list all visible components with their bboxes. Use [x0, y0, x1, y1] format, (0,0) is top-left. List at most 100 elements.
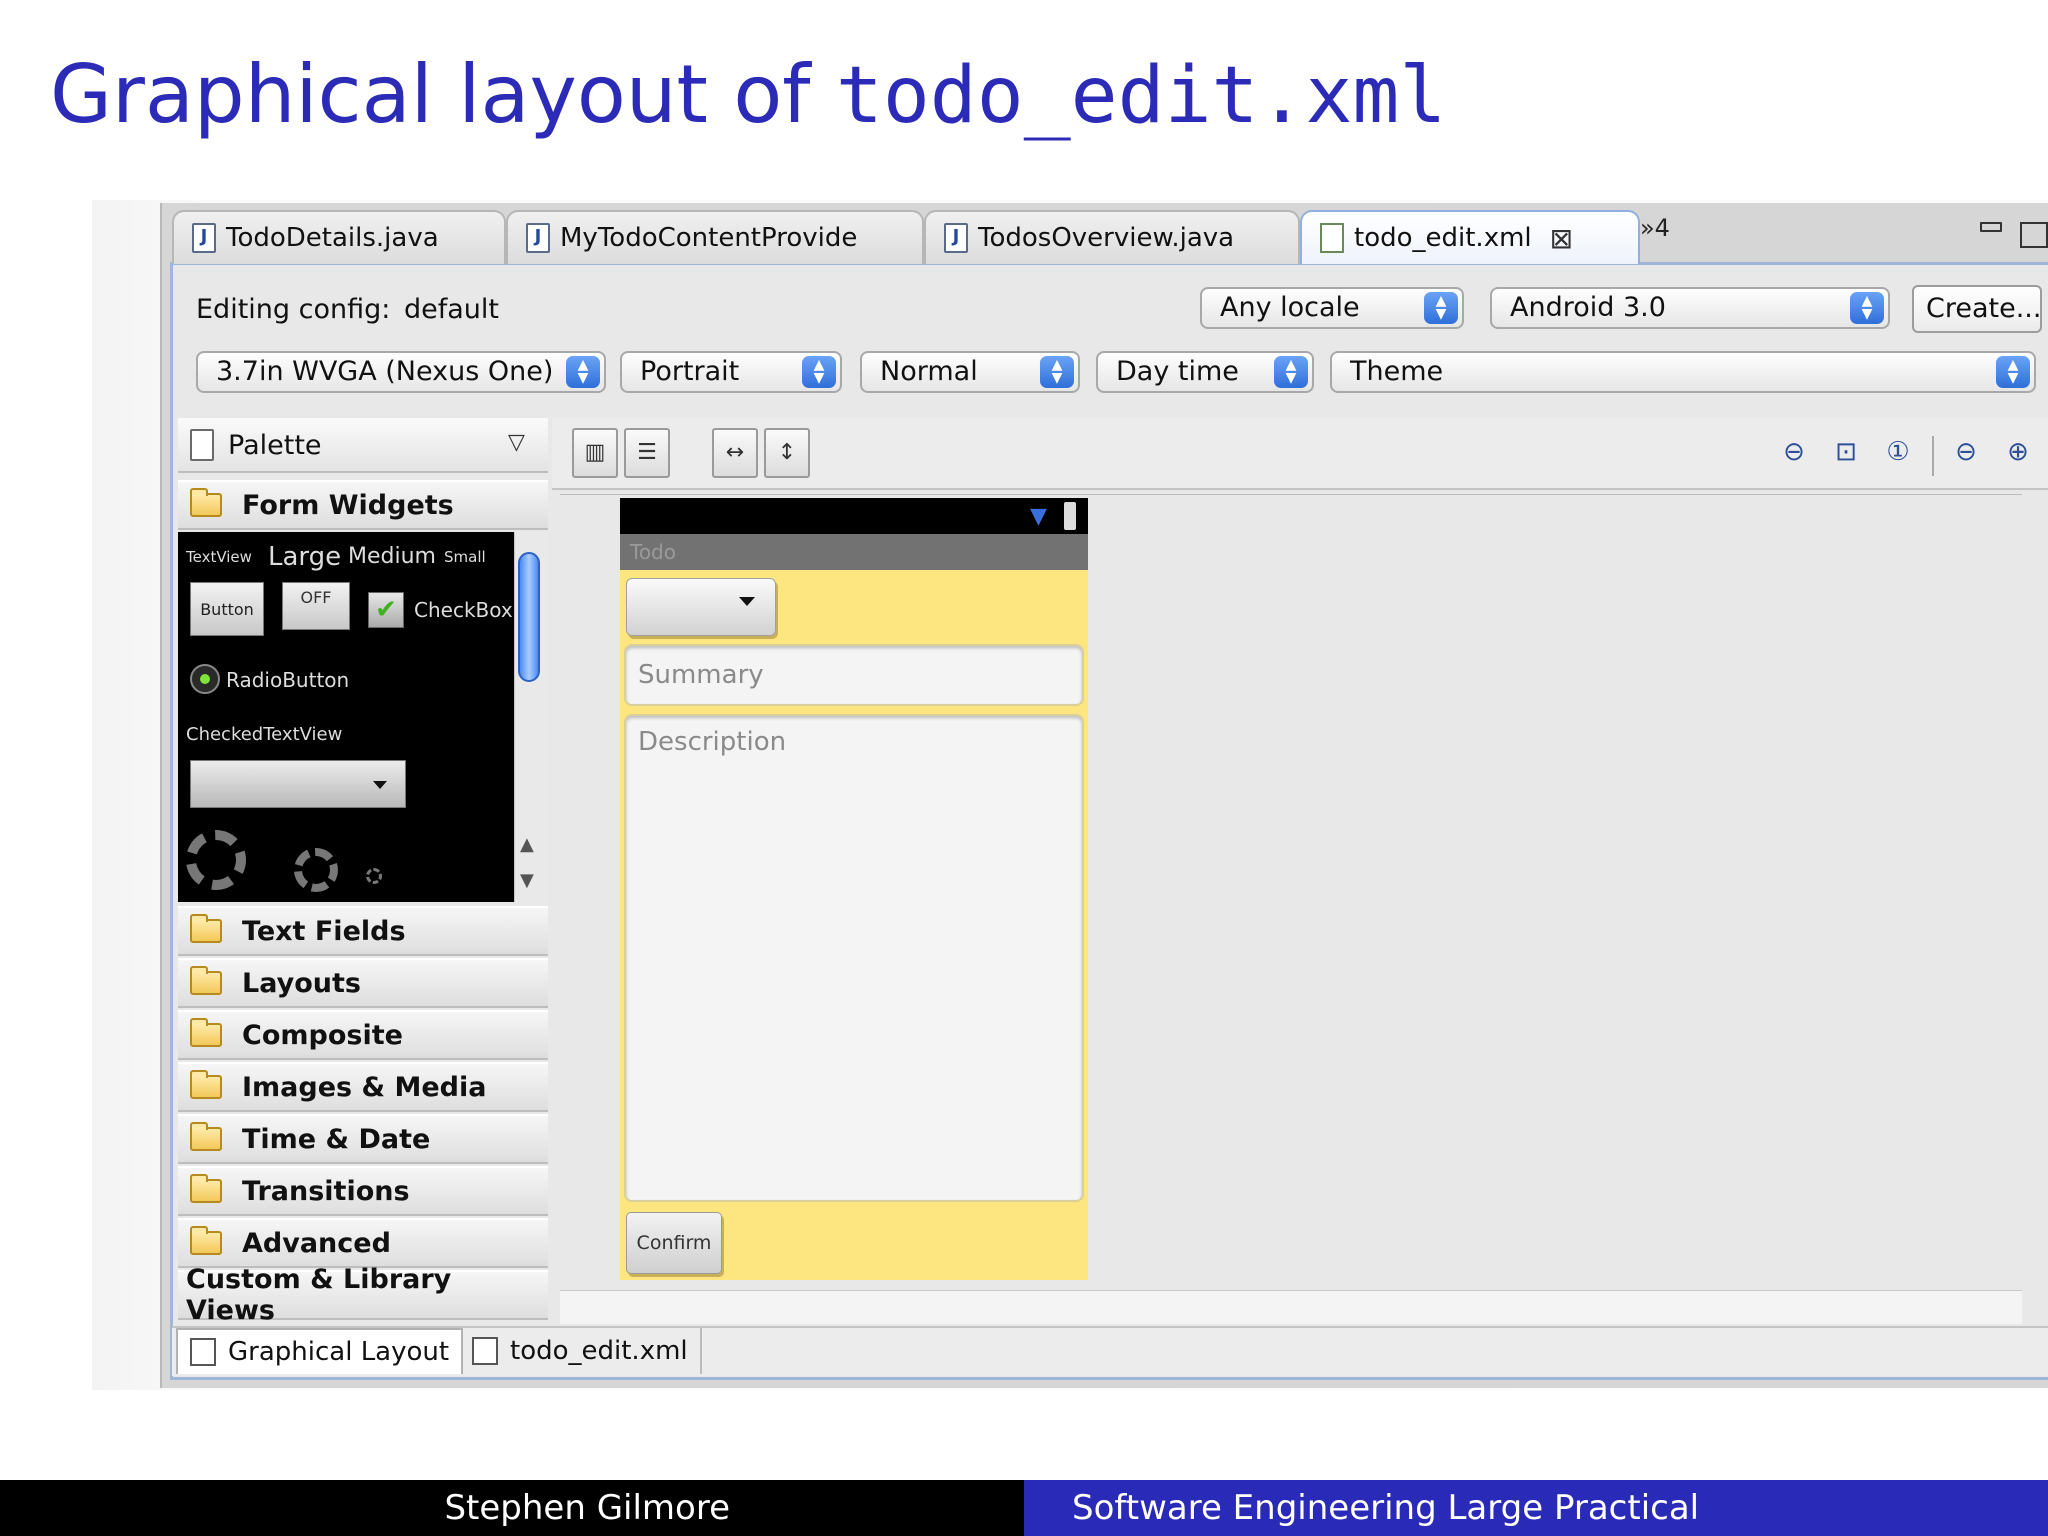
tab-label: TodosOverview.java [978, 223, 1235, 253]
category-label: Time & Date [242, 1123, 431, 1155]
density-dropdown[interactable]: Normal ▲ ▼ [860, 351, 1080, 393]
preview-small-text[interactable]: Small [444, 548, 486, 566]
orientation-dropdown[interactable]: Portrait ▲ ▼ [620, 351, 842, 393]
tab-todo-edit-xml[interactable]: todo_edit.xml ⊠ [1300, 210, 1640, 264]
confirm-button[interactable]: Confirm [626, 1212, 722, 1274]
java-file-icon: J [526, 223, 550, 253]
footer-course: Software Engineering Large Practical [1024, 1480, 2048, 1536]
slide-title-text: Graphical layout of [50, 48, 836, 141]
fill-width-icon[interactable]: ↔ [712, 428, 758, 478]
category-transitions[interactable]: Transitions [178, 1166, 548, 1216]
scroll-up-icon[interactable]: ▲ [520, 834, 534, 855]
description-field[interactable]: Description [624, 714, 1084, 1202]
minimize-icon[interactable] [1980, 222, 2002, 232]
category-label: Composite [242, 1019, 403, 1051]
preview-checkbox-label[interactable]: CheckBox [414, 598, 513, 622]
zoom-fit-icon[interactable]: ⊡ [1828, 434, 1864, 470]
xml-file-icon [1320, 223, 1344, 253]
slide-title-code: todo_edit.xml [835, 51, 1447, 141]
preview-spinner[interactable] [190, 760, 406, 808]
density-value: Normal [880, 356, 978, 387]
tab-tododetails[interactable]: J TodoDetails.java [172, 210, 506, 264]
graphical-layout-icon [190, 1338, 216, 1366]
category-text-fields[interactable]: Text Fields [178, 906, 548, 956]
device-dropdown[interactable]: 3.7in WVGA (Nexus One) ▲ ▼ [196, 351, 606, 393]
preview-checked-textview[interactable]: CheckedTextView [186, 724, 342, 745]
dropdown-arrow-icon [739, 597, 755, 606]
tab-label: TodoDetails.java [226, 223, 439, 253]
category-spinner[interactable] [626, 578, 776, 636]
category-label: Form Widgets [242, 489, 454, 521]
category-custom-library-views[interactable]: Custom & Library Views [178, 1264, 548, 1326]
zoom-out-icon[interactable]: ⊖ [1776, 434, 1812, 470]
form-widgets-preview: TextView Large Medium Small Button OFF ✔… [178, 532, 514, 902]
radio-button-icon[interactable] [190, 664, 220, 694]
more-tabs-indicator[interactable]: »4 [1640, 214, 1670, 242]
locale-value: Any locale [1220, 292, 1360, 323]
toolbar-divider [1932, 436, 1934, 476]
folder-icon [190, 966, 222, 995]
preview-textview[interactable]: TextView [186, 548, 252, 566]
progress-small-icon[interactable] [366, 868, 382, 884]
folder-icon [190, 1122, 222, 1151]
progress-large-icon[interactable] [186, 830, 246, 890]
tab-todosoverview[interactable]: J TodosOverview.java [924, 210, 1300, 264]
orientation-value: Portrait [640, 356, 740, 387]
java-file-icon: J [192, 223, 216, 253]
create-button[interactable]: Create... [1912, 285, 2042, 333]
fill-height-icon[interactable]: ↕ [764, 428, 810, 478]
folder-icon [190, 1226, 222, 1255]
palette-scroll-thumb[interactable] [518, 552, 540, 682]
tab-mytodocontentprovider[interactable]: J MyTodoContentProvide [506, 210, 924, 264]
maximize-icon[interactable] [2020, 222, 2048, 248]
category-label: Text Fields [242, 915, 406, 947]
preview-button[interactable]: Button [190, 582, 264, 636]
category-layouts[interactable]: Layouts [178, 958, 548, 1008]
scroll-down-icon[interactable]: ▼ [520, 870, 534, 891]
layout-columns-icon[interactable]: ▥ [572, 428, 618, 478]
palette-title: Palette [228, 430, 322, 461]
time-dropdown[interactable]: Day time ▲ ▼ [1096, 351, 1314, 393]
category-advanced[interactable]: Advanced [178, 1218, 548, 1268]
time-value: Day time [1116, 356, 1239, 387]
preview-medium-text[interactable]: Medium [348, 544, 436, 569]
category-composite[interactable]: Composite [178, 1010, 548, 1060]
checkmark-icon[interactable]: ✔ [368, 592, 404, 628]
category-images-media[interactable]: Images & Media [178, 1062, 548, 1112]
slide-title: Graphical layout of todo_edit.xml [50, 48, 1446, 141]
preview-radio-label[interactable]: RadioButton [226, 668, 349, 692]
zoom-actual-icon[interactable]: ① [1880, 434, 1916, 470]
spinner-arrows-icon: ▲ ▼ [566, 356, 600, 388]
progress-medium-icon[interactable] [294, 848, 338, 892]
layout-rows-icon[interactable]: ☰ [624, 428, 670, 478]
bottom-tab-label: todo_edit.xml [510, 1336, 688, 1366]
canvas-horizontal-scrollbar[interactable] [560, 1290, 2022, 1324]
spinner-arrows-icon: ▲ ▼ [802, 356, 836, 388]
zoom-increase-icon[interactable]: ⊕ [2000, 434, 2036, 470]
tab-label: MyTodoContentProvide [560, 223, 858, 253]
locale-dropdown[interactable]: Any locale ▲ ▼ [1200, 287, 1464, 329]
category-form-widgets[interactable]: Form Widgets [178, 480, 548, 530]
spinner-arrows-icon: ▲ ▼ [1040, 356, 1074, 388]
spinner-arrows-icon: ▲ ▼ [1424, 292, 1458, 324]
tab-xml-source[interactable]: todo_edit.xml [460, 1328, 702, 1374]
signal-icon: ▼ [1030, 504, 1047, 529]
folder-icon [190, 1070, 222, 1099]
editing-config-label: Editing config: [196, 294, 391, 325]
footer-author: Stephen Gilmore [0, 1480, 1024, 1536]
folder-icon [190, 914, 222, 943]
theme-dropdown[interactable]: Theme ▲ ▼ [1330, 351, 2036, 393]
palette-header[interactable]: Palette ▽ [178, 418, 548, 473]
open-folder-icon [190, 488, 222, 517]
preview-toggle-button[interactable]: OFF [282, 582, 350, 630]
zoom-decrease-icon[interactable]: ⊖ [1948, 434, 1984, 470]
summary-field[interactable]: Summary [624, 644, 1084, 706]
preview-large-text[interactable]: Large [268, 542, 341, 572]
close-icon[interactable]: ⊠ [1550, 222, 1573, 255]
editing-config-value: default [404, 294, 500, 325]
tab-graphical-layout[interactable]: Graphical Layout [176, 1328, 464, 1374]
palette-menu-chevron-icon[interactable]: ▽ [508, 430, 525, 455]
category-time-date[interactable]: Time & Date [178, 1114, 548, 1164]
android-version-dropdown[interactable]: Android 3.0 ▲ ▼ [1490, 287, 1890, 329]
theme-value: Theme [1350, 356, 1444, 387]
